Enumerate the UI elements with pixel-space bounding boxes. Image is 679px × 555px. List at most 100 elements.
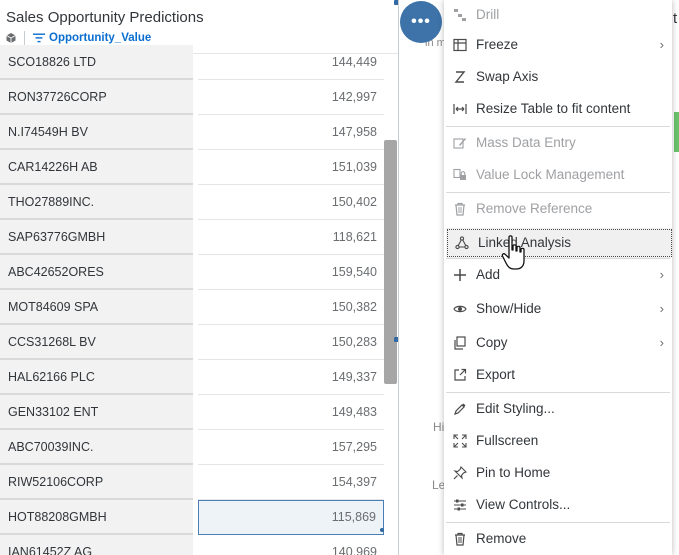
menu-item-export[interactable]: Export — [444, 360, 672, 390]
menu-item-label: Resize Table to fit content — [476, 101, 631, 116]
menu-separator — [446, 192, 670, 193]
row-header-cell[interactable]: GEN33102 ENT — [0, 395, 193, 430]
paint-icon — [452, 402, 468, 416]
table-row[interactable]: MOT84609 SPA 150,382 — [0, 290, 384, 325]
table-row[interactable]: THO27889INC. 150,402 — [0, 185, 384, 220]
fullscreen-icon — [452, 434, 468, 448]
value-cell[interactable]: 144,449 — [198, 45, 384, 80]
menu-item-label: Remove — [476, 531, 527, 546]
menu-item-swap-axis[interactable]: Swap Axis — [444, 62, 672, 92]
context-menu[interactable]: Drill Freeze › Swap Axis Resize Table to fit… — [444, 0, 672, 555]
table-widget[interactable]: Sales Opportunity Predictions Opportunit… — [0, 0, 399, 555]
row-header-cell[interactable]: RON37726CORP — [0, 80, 193, 115]
menu-separator — [446, 126, 670, 127]
table-row[interactable]: GEN33102 ENT 149,483 — [0, 395, 384, 430]
menu-item-edit-styling[interactable]: Edit Styling... — [444, 394, 672, 424]
table-row[interactable]: CAR14226H AB 151,039 — [0, 150, 384, 185]
table-row[interactable]: RON37726CORP 142,997 — [0, 80, 384, 115]
menu-item-drill[interactable]: Drill — [444, 0, 672, 30]
table-row[interactable]: ABC70039INC. 157,295 — [0, 430, 384, 465]
background-text: Hi — [433, 420, 445, 434]
row-header-cell[interactable]: CCS31268L BV — [0, 325, 193, 360]
linked-analysis-icon — [454, 236, 470, 250]
value-cell[interactable]: 159,540 — [198, 255, 384, 290]
row-header-cell[interactable]: HAL62166 PLC — [0, 360, 193, 395]
row-header-cell[interactable]: HOT88208GMBH — [0, 500, 193, 535]
menu-item-label: Value Lock Management — [476, 167, 625, 182]
chevron-right-icon: › — [659, 267, 664, 282]
table-row[interactable]: CCS31268L BV 150,283 — [0, 325, 384, 360]
table-row[interactable]: SAP63776GMBH 118,621 — [0, 220, 384, 255]
menu-separator — [446, 522, 670, 523]
table-row[interactable]: HAL62166 PLC 149,337 — [0, 360, 384, 395]
background-text: t — [673, 10, 678, 27]
more-actions-button[interactable]: ••• — [400, 1, 442, 43]
hand-cursor-icon — [501, 235, 525, 270]
row-header-cell[interactable]: RIW52106CORP — [0, 465, 193, 500]
row-header-cell[interactable]: ABC42652ORES — [0, 255, 193, 290]
menu-item-label: Fullscreen — [476, 433, 539, 448]
value-cell[interactable]: 149,337 — [198, 360, 384, 395]
menu-item-linked-analysis[interactable]: Linked Analysis — [446, 228, 672, 258]
menu-item-view-controls[interactable]: View Controls... — [444, 490, 672, 520]
row-header-cell[interactable]: MOT84609 SPA — [0, 290, 193, 325]
value-cell[interactable]: 115,869 — [198, 500, 384, 535]
menu-item-copy[interactable]: Copy › — [444, 328, 672, 358]
menu-item-label: Mass Data Entry — [476, 135, 576, 150]
cell-fill-handle[interactable] — [380, 528, 384, 532]
value-cell[interactable]: 154,397 — [198, 465, 384, 500]
menu-item-label: Add — [476, 267, 501, 282]
data-grid[interactable]: SCO18826 LTD 144,449 RON37726CORP 142,997 N.… — [0, 45, 384, 555]
row-header-cell[interactable]: SCO18826 LTD — [0, 45, 193, 80]
value-cell[interactable]: 150,382 — [198, 290, 384, 325]
menu-item-mass-data-entry[interactable]: Mass Data Entry — [444, 128, 672, 158]
value-cell[interactable]: 150,402 — [198, 185, 384, 220]
menu-item-label: Edit Styling... — [476, 401, 555, 416]
value-cell[interactable]: 150,283 — [198, 325, 384, 360]
resize-handle[interactable] — [394, 0, 398, 5]
menu-item-remove-reference[interactable]: Remove Reference — [444, 194, 672, 224]
menu-item-freeze[interactable]: Freeze › — [444, 30, 672, 60]
table-row[interactable]: SCO18826 LTD 144,449 — [0, 45, 384, 80]
menu-item-fullscreen[interactable]: Fullscreen — [444, 426, 672, 456]
swap-axis-icon — [452, 70, 468, 84]
value-cell[interactable]: 157,295 — [198, 430, 384, 465]
value-cell[interactable]: 140,969 — [198, 535, 384, 555]
pin-icon — [452, 466, 468, 480]
subheader-divider — [24, 31, 25, 45]
resize-handle[interactable] — [394, 337, 398, 342]
cube-icon — [6, 33, 16, 43]
filter-icon — [33, 33, 45, 43]
row-header-cell[interactable]: N.I74549H BV — [0, 115, 193, 150]
menu-item-add[interactable]: Add › — [444, 260, 672, 290]
table-row[interactable]: RIW52106CORP 154,397 — [0, 465, 384, 500]
menu-item-show-hide[interactable]: Show/Hide › — [444, 294, 672, 324]
menu-item-label: Show/Hide — [476, 301, 542, 316]
table-row[interactable]: ABC42652ORES 159,540 — [0, 255, 384, 290]
drill-icon — [452, 8, 468, 22]
row-header-cell[interactable]: CAR14226H AB — [0, 150, 193, 185]
value-cell[interactable]: 149,483 — [198, 395, 384, 430]
menu-item-value-lock-management[interactable]: Value Lock Management — [444, 160, 672, 190]
table-row[interactable]: IAN61452Z AG 140,969 — [0, 535, 384, 555]
menu-item-resize-table-to-fit-content[interactable]: Resize Table to fit content — [444, 94, 672, 124]
value-cell[interactable]: 151,039 — [198, 150, 384, 185]
row-header-cell[interactable]: SAP63776GMBH — [0, 220, 193, 255]
row-header-cell[interactable]: ABC70039INC. — [0, 430, 193, 465]
value-cell[interactable]: 142,997 — [198, 80, 384, 115]
value-cell[interactable]: 118,621 — [198, 220, 384, 255]
trash-icon — [452, 202, 468, 216]
menu-item-label: Pin to Home — [476, 465, 551, 480]
vertical-scrollbar[interactable] — [384, 140, 397, 384]
menu-item-pin-to-home[interactable]: Pin to Home — [444, 458, 672, 488]
view-controls-icon — [452, 498, 468, 512]
table-row[interactable]: N.I74549H BV 147,958 — [0, 115, 384, 150]
filter-token[interactable]: Opportunity_Value — [49, 32, 151, 44]
table-row[interactable]: HOT88208GMBH 115,869 — [0, 500, 384, 535]
menu-item-remove[interactable]: Remove — [444, 524, 672, 554]
value-cell[interactable]: 147,958 — [198, 115, 384, 150]
row-header-cell[interactable]: IAN61452Z AG — [0, 535, 193, 555]
export-icon — [452, 368, 468, 382]
row-header-cell[interactable]: THO27889INC. — [0, 185, 193, 220]
menu-item-label: Copy — [476, 335, 508, 350]
